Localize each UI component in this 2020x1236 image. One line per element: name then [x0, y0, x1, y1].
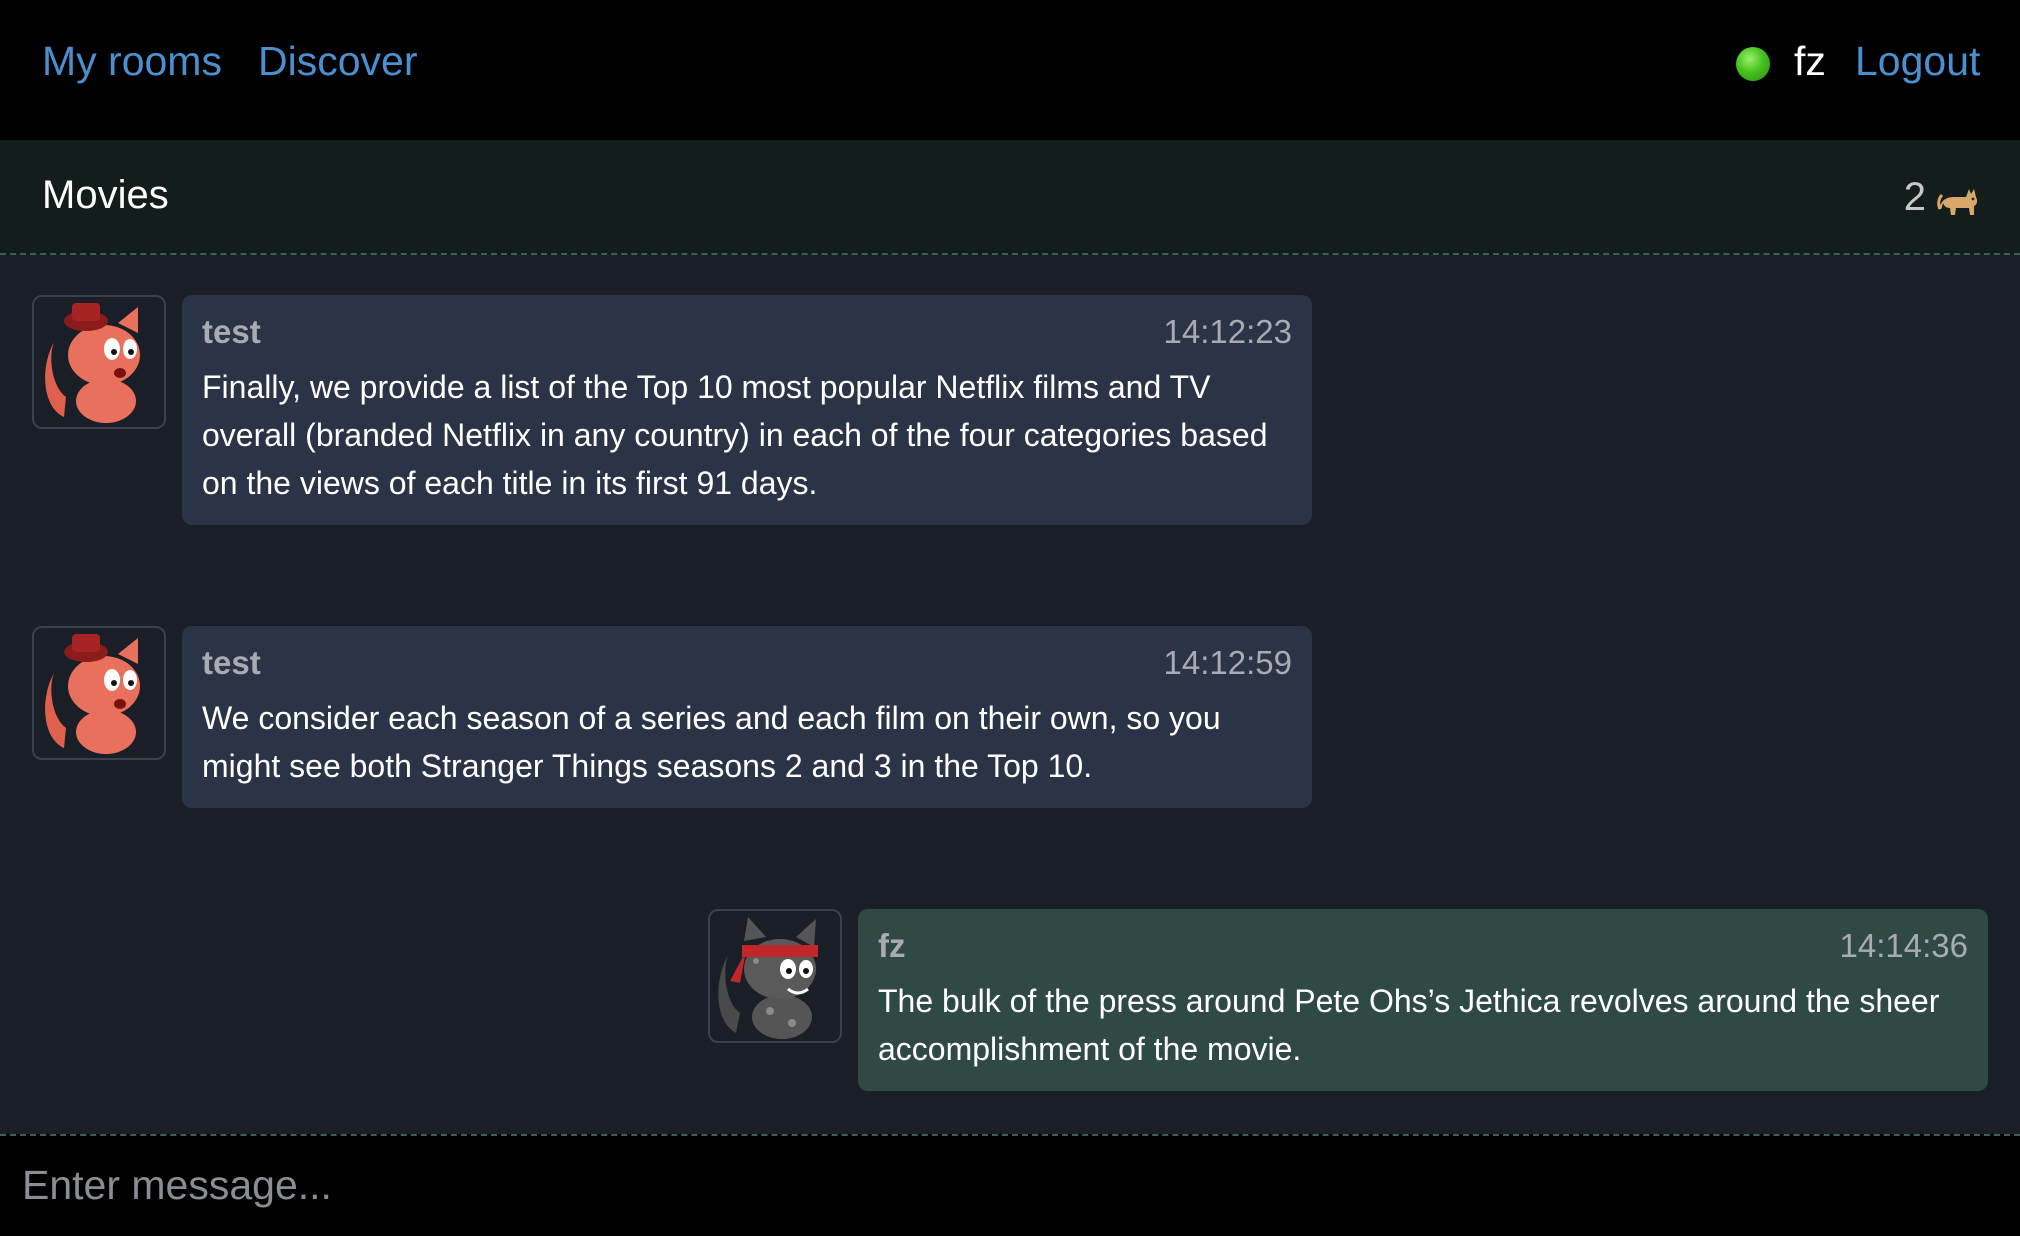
gray-cat-with-headband-icon: [718, 917, 818, 1039]
discover-link[interactable]: Discover: [258, 36, 417, 86]
message-author: fz: [878, 927, 906, 964]
message-composer: [0, 1134, 2020, 1236]
online-status-icon: [1736, 47, 1770, 81]
message-timestamp: 14:14:36: [1839, 927, 1968, 964]
message-bubble: test 14:12:23 Finally, we provide a list…: [182, 295, 1312, 525]
red-cat-avatar: [32, 626, 166, 760]
room-header: Movies 2: [0, 140, 2020, 255]
member-count[interactable]: 2: [1904, 172, 1980, 222]
my-rooms-link[interactable]: My rooms: [42, 36, 222, 86]
red-cat-with-hat-icon: [45, 303, 140, 423]
message-timestamp: 14:12:59: [1163, 644, 1292, 681]
message-input[interactable]: [20, 1154, 2004, 1216]
cat-icon: [1937, 189, 1978, 215]
message-author: test: [202, 644, 261, 681]
red-cat-avatar: [32, 295, 166, 429]
top-nav: My rooms Discover fz Logout: [0, 0, 2020, 140]
logout-link[interactable]: Logout: [1855, 36, 1980, 86]
gray-cat-avatar: [708, 909, 842, 1043]
message-text: The bulk of the press around Pete Ohs’s …: [878, 983, 1940, 1067]
message-author: test: [202, 313, 261, 350]
room-title: Movies: [42, 173, 169, 217]
message-bubble-own: fz 14:14:36 The bulk of the press around…: [858, 909, 1988, 1091]
red-cat-with-hat-icon: [45, 634, 140, 754]
message-text: We consider each season of a series and …: [202, 700, 1221, 784]
message-bubble: test 14:12:59 We consider each season of…: [182, 626, 1312, 808]
member-count-value: 2: [1903, 175, 1926, 219]
message-timestamp: 14:12:23: [1163, 313, 1292, 350]
current-username: fz: [1794, 38, 1826, 84]
message-text: Finally, we provide a list of the Top 10…: [202, 369, 1268, 501]
